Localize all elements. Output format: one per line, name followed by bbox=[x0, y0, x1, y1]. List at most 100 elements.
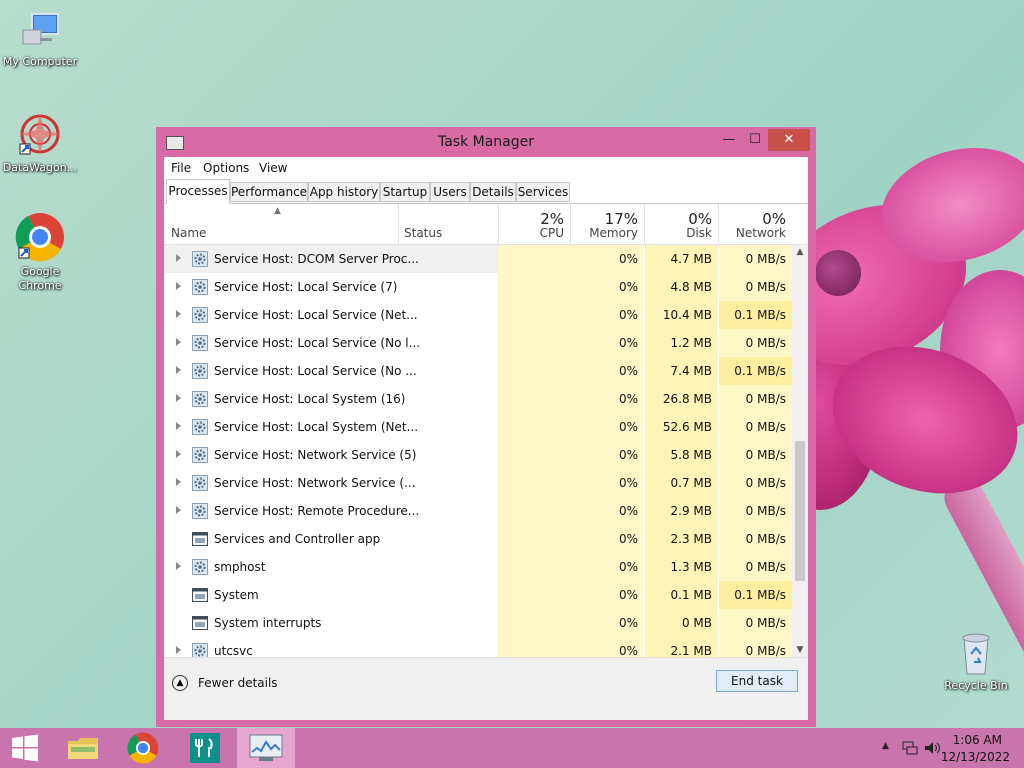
gear-icon bbox=[192, 503, 208, 519]
clock-date[interactable]: 12/13/2022 bbox=[941, 750, 1010, 764]
tab-services[interactable]: Services bbox=[516, 182, 570, 202]
column-header-name[interactable]: ▲ Name bbox=[164, 204, 399, 244]
process-cpu-cell: 0% bbox=[498, 441, 644, 469]
expand-chevron-icon[interactable] bbox=[176, 506, 181, 514]
process-row[interactable]: Service Host: Local Service (7) 0% 4.8 MB 0… bbox=[164, 273, 792, 301]
end-task-button[interactable]: End task bbox=[716, 670, 798, 692]
process-disk-cell: 0 MB/s bbox=[718, 609, 792, 637]
scroll-up-icon[interactable]: ▲ bbox=[792, 245, 808, 259]
clock-time[interactable]: 1:06 AM bbox=[953, 733, 1002, 747]
expand-chevron-icon[interactable] bbox=[176, 562, 181, 570]
process-name-cell: Service Host: Local Service (Net... bbox=[164, 301, 498, 329]
gear-icon bbox=[192, 335, 208, 351]
scrollbar-thumb[interactable] bbox=[795, 441, 805, 581]
expand-chevron-icon[interactable] bbox=[176, 478, 181, 486]
expand-chevron-icon[interactable] bbox=[176, 338, 181, 346]
column-header-memory[interactable]: 17% Memory bbox=[570, 204, 645, 244]
show-hidden-icons-icon[interactable]: ▲ bbox=[882, 741, 889, 751]
column-label-network: Network bbox=[735, 226, 786, 240]
process-row[interactable]: System interrupts0%0 MB0 MB/s0 Mbps bbox=[164, 609, 792, 637]
process-row[interactable]: Service Host: Local Service (No ... 0% 7.4… bbox=[164, 357, 792, 385]
column-header-cpu[interactable]: 2% CPU bbox=[498, 204, 571, 244]
process-row[interactable]: Services and Controller app 0% 2.3 MB 0 MB/… bbox=[164, 525, 792, 553]
expand-chevron-icon[interactable] bbox=[176, 422, 181, 430]
process-name: Service Host: Local Service (No l... bbox=[214, 336, 421, 350]
process-cpu-cell: 0% bbox=[498, 245, 644, 273]
chrome-icon bbox=[127, 732, 159, 764]
menu-file[interactable]: File bbox=[171, 161, 191, 175]
vertical-scrollbar[interactable]: ▲ ▼ bbox=[792, 245, 808, 657]
process-name-cell: Services and Controller app bbox=[164, 525, 498, 553]
volume-icon[interactable] bbox=[924, 740, 942, 756]
process-disk-cell: 0 MB/s bbox=[718, 441, 792, 469]
close-button[interactable]: ✕ bbox=[768, 129, 810, 151]
flower-stem bbox=[937, 470, 1024, 737]
process-row[interactable]: Service Host: Local Service (No l... 0% 1.… bbox=[164, 329, 792, 357]
process-name-cell: System interrupts bbox=[164, 609, 498, 637]
chevron-up-icon: ▲ bbox=[172, 675, 188, 691]
expand-chevron-icon[interactable] bbox=[176, 366, 181, 374]
desktop-icon-datawagon[interactable]: DataWagon... bbox=[0, 110, 80, 175]
desktop-icon-my-computer[interactable]: My Computer bbox=[0, 8, 80, 69]
desktop-icon-recycle-bin[interactable]: Recycle Bin bbox=[936, 630, 1016, 693]
tab-users[interactable]: Users bbox=[430, 182, 470, 202]
tab-processes[interactable]: Processes bbox=[166, 179, 230, 204]
title-bar[interactable]: Task Manager — ☐ ✕ bbox=[156, 127, 816, 157]
tab-app-history[interactable]: App history bbox=[308, 182, 380, 202]
scroll-down-icon[interactable]: ▼ bbox=[792, 643, 808, 657]
column-header-network[interactable]: 0% Network bbox=[718, 204, 792, 244]
process-row[interactable]: Service Host: Network Service (5) 0% 5.8 M… bbox=[164, 441, 792, 469]
column-header-status[interactable]: Status bbox=[398, 204, 499, 244]
process-row[interactable]: Service Host: Network Service (... 0% 0.7 … bbox=[164, 469, 792, 497]
tab-details[interactable]: Details bbox=[470, 182, 516, 202]
process-memory-cell: 2.3 MB bbox=[644, 525, 718, 553]
process-memory-cell: 4.7 MB bbox=[644, 245, 718, 273]
expand-chevron-icon[interactable] bbox=[176, 646, 181, 654]
taskbar-file-explorer[interactable] bbox=[54, 728, 112, 768]
gear-icon bbox=[192, 643, 208, 657]
column-label-name: Name bbox=[171, 226, 207, 240]
expand-chevron-icon[interactable] bbox=[176, 254, 181, 262]
tab-startup[interactable]: Startup bbox=[380, 182, 430, 202]
menu-view[interactable]: View bbox=[259, 161, 287, 175]
expand-chevron-icon[interactable] bbox=[176, 394, 181, 402]
process-name-cell: smphost bbox=[164, 553, 498, 581]
process-name-cell: Service Host: DCOM Server Proc... bbox=[164, 245, 498, 273]
process-name-cell: Service Host: Network Service (5) bbox=[164, 441, 498, 469]
menu-options[interactable]: Options bbox=[203, 161, 249, 175]
taskbar-datawagon-app[interactable] bbox=[176, 728, 234, 768]
expand-chevron-icon[interactable] bbox=[176, 310, 181, 318]
start-button[interactable] bbox=[0, 728, 50, 768]
process-row[interactable]: Service Host: Local System (Net... 0% 52.6… bbox=[164, 413, 792, 441]
process-row[interactable]: Service Host: DCOM Server Proc... 0% 4.7 M… bbox=[164, 245, 792, 273]
process-disk-cell: 0 MB/s bbox=[718, 637, 792, 657]
datawagon-icon bbox=[19, 114, 60, 155]
minimize-button[interactable]: — bbox=[716, 129, 742, 151]
taskbar-chrome[interactable] bbox=[114, 728, 172, 768]
maximize-button[interactable]: ☐ bbox=[742, 129, 768, 151]
process-row[interactable]: smphost0%1.3 MB0 MB/s0 Mbps bbox=[164, 553, 792, 581]
desktop-icon-google-chrome[interactable]: Google Chrome bbox=[0, 212, 80, 293]
expand-chevron-icon[interactable] bbox=[176, 282, 181, 290]
process-memory-cell: 2.9 MB bbox=[644, 497, 718, 525]
process-name: Service Host: Local System (16) bbox=[214, 392, 406, 406]
taskbar-task-manager[interactable] bbox=[237, 728, 295, 768]
tab-performance[interactable]: Performance bbox=[230, 182, 308, 202]
menu-bar: File Options View bbox=[164, 157, 808, 179]
column-label-status: Status bbox=[404, 226, 443, 240]
expand-chevron-icon[interactable] bbox=[176, 450, 181, 458]
process-row[interactable]: System0%0.1 MB0.1 MB/s0 Mbps bbox=[164, 581, 792, 609]
footer-bar: ▲ Fewer details End task bbox=[164, 657, 808, 720]
process-disk-cell: 0 MB/s bbox=[718, 413, 792, 441]
folder-icon bbox=[68, 738, 98, 759]
sort-up-icon: ▲ bbox=[274, 206, 281, 216]
process-memory-cell: 7.4 MB bbox=[644, 357, 718, 385]
gear-icon bbox=[192, 279, 208, 295]
process-row[interactable]: Service Host: Local Service (Net... 0% 10.… bbox=[164, 301, 792, 329]
process-row[interactable]: utcsvc0%2.1 MB0 MB/s0 Mbps bbox=[164, 637, 792, 657]
network-icon[interactable] bbox=[902, 740, 918, 756]
process-row[interactable]: Service Host: Local System (16) 0% 26.8 MB… bbox=[164, 385, 792, 413]
process-row[interactable]: Service Host: Remote Procedure... 0% 2.9 M… bbox=[164, 497, 792, 525]
process-memory-cell: 2.1 MB bbox=[644, 637, 718, 657]
column-header-disk[interactable]: 0% Disk bbox=[644, 204, 719, 244]
